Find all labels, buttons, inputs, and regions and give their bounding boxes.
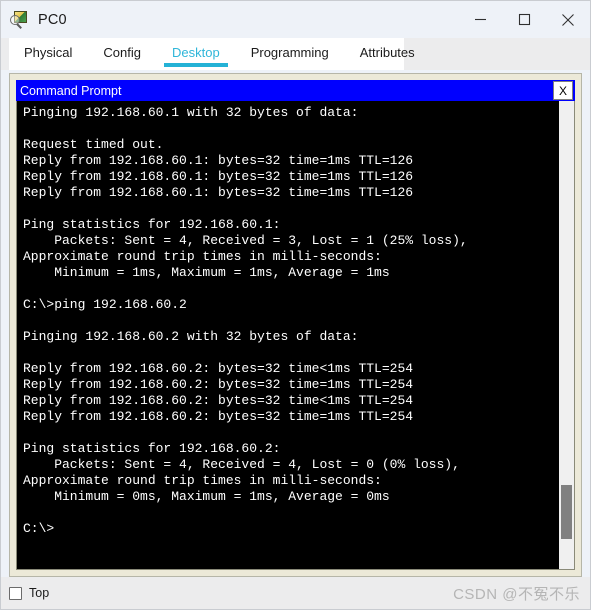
desktop-panel: Command Prompt X Pinging 192.168.60.1 wi… <box>9 73 582 577</box>
command-prompt-title: Command Prompt <box>20 83 122 98</box>
terminal-scrollbar-thumb[interactable] <box>561 485 572 539</box>
command-prompt-title-bar: Command Prompt X <box>16 80 575 101</box>
close-icon[interactable] <box>546 1 590 38</box>
tab-physical[interactable]: Physical <box>16 38 80 65</box>
minimize-icon[interactable] <box>458 1 502 38</box>
command-prompt-body: Pinging 192.168.60.1 with 32 bytes of da… <box>16 101 575 570</box>
top-checkbox-label: Top <box>29 586 50 600</box>
tab-programming[interactable]: Programming <box>243 38 337 65</box>
command-prompt-window: Command Prompt X Pinging 192.168.60.1 wi… <box>16 80 575 570</box>
command-prompt-close-button[interactable]: X <box>553 81 573 100</box>
window-title-bar: PC0 <box>1 1 590 38</box>
bottom-bar: Top CSDN @不冤不乐 <box>1 577 590 609</box>
page-title: PC0 <box>38 11 67 28</box>
tab-attributes[interactable]: Attributes <box>352 38 423 65</box>
pc0-window: PC0 Physical Config Desktop Programming … <box>0 0 591 610</box>
maximize-icon[interactable] <box>502 1 546 38</box>
tab-config[interactable]: Config <box>95 38 149 65</box>
tab-desktop[interactable]: Desktop <box>164 38 228 67</box>
terminal-output[interactable]: Pinging 192.168.60.1 with 32 bytes of da… <box>17 101 558 569</box>
terminal-scrollbar[interactable] <box>558 101 574 569</box>
top-checkbox[interactable] <box>9 586 22 600</box>
watermark-text: CSDN @不冤不乐 <box>453 585 580 603</box>
packet-tracer-device-icon <box>10 10 30 30</box>
tab-bar: Physical Config Desktop Programming Attr… <box>9 38 415 70</box>
tab-strip-area: Physical Config Desktop Programming Attr… <box>1 38 590 70</box>
